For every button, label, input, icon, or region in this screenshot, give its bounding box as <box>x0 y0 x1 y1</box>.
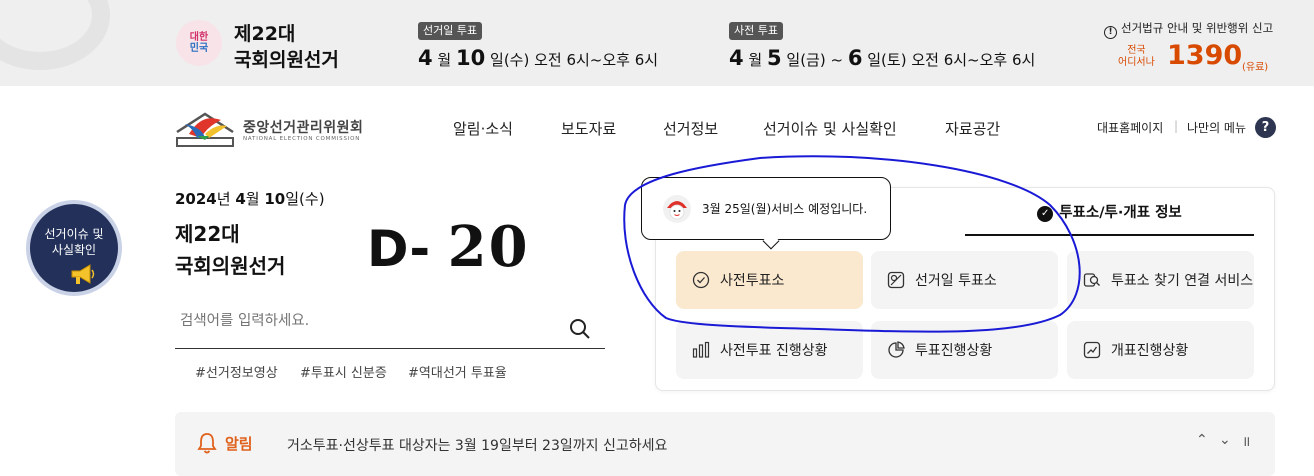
tile-count-progress[interactable]: 개표진행상황 <box>1067 321 1254 379</box>
bell-icon <box>197 433 217 454</box>
hero-day: 10 <box>264 190 286 208</box>
hero-day-unit: 일(수) <box>285 190 325 208</box>
violation-report-link[interactable]: ! 선거법규 안내 및 위반행위 신고 <box>1104 20 1273 39</box>
float-line2: 사실확인 <box>51 243 97 257</box>
banner-title: 제22대 국회의원선거 <box>234 21 339 73</box>
election-date: 2024년 4월 10일(수) <box>175 188 325 209</box>
early-month-unit: 월 <box>748 51 763 69</box>
nav-news[interactable]: 알림·소식 <box>453 118 513 139</box>
early-day2: 6 <box>847 46 863 70</box>
hero-title-line2: 국회의원선거 <box>175 254 286 278</box>
early-vote-tag: 사전 투표 <box>729 22 783 40</box>
check-circle-icon <box>692 271 710 289</box>
tile-election-day-polling-place[interactable]: 선거일 투표소 <box>871 251 1058 309</box>
hashtag-id[interactable]: #투표시 신분증 <box>300 362 387 381</box>
tile-label: 선거일 투표소 <box>915 273 997 289</box>
early-vote-date: 4 월 5 일(금) ~ 6 일(토) 오전 6시~오후 6시 <box>729 46 1035 70</box>
hero-year-unit: 년 <box>216 190 231 208</box>
notice-message[interactable]: 거소투표·선상투표 대상자는 3월 19일부터 23일까지 신고하세요 <box>287 435 667 455</box>
dday-value: 20 <box>447 214 530 280</box>
decorative-ring <box>0 0 110 70</box>
tab-label: 투표소/투·개표 정보 <box>1059 205 1182 221</box>
pause-icon[interactable]: ॥ <box>1242 432 1250 451</box>
election-banner: 대한 민국 제22대 국회의원선거 선거일 투표 4 월 10 일(수) 오전 … <box>0 0 1314 86</box>
hotline-label-2: 어디서나 <box>1118 57 1155 68</box>
bar-chart-icon <box>692 341 710 358</box>
election-month-unit: 월 <box>437 51 452 69</box>
util-divider: | <box>1174 119 1179 133</box>
search-box <box>175 306 605 349</box>
notice-bar: 알림 거소투표·선상투표 대상자는 3월 19일부터 23일까지 신고하세요 ⌃… <box>175 412 1275 476</box>
hero-year: 2024 <box>175 190 217 208</box>
tile-find-polling-place[interactable]: 투표소 찾기 연결 서비스 <box>1067 251 1254 309</box>
early-mid: 일(금) ~ <box>786 51 844 69</box>
election-day-time: 일(수) 오전 6시~오후 6시 <box>490 51 659 69</box>
d-day-counter: D- 20 <box>367 214 530 280</box>
nav-archive[interactable]: 자료공간 <box>945 118 1000 139</box>
pie-chart-icon <box>888 341 905 358</box>
notice-label: 알림 <box>225 435 253 453</box>
link-search-icon <box>1083 273 1100 287</box>
mascot-text-1: 대한 <box>189 32 209 43</box>
help-button[interactable]: ? <box>1255 117 1276 138</box>
tile-vote-progress[interactable]: 투표진행상황 <box>871 321 1058 379</box>
election-day-date: 4 월 10 일(수) 오전 6시~오후 6시 <box>418 46 658 70</box>
line-chart-icon <box>1083 341 1101 359</box>
my-menu-link[interactable]: 나만의 메뉴 <box>1187 119 1246 136</box>
tile-early-polling-place[interactable]: 사전투표소 <box>676 251 863 309</box>
hashtag-video[interactable]: #선거정보영상 <box>195 362 278 381</box>
hero-month: 4 <box>235 190 246 208</box>
megaphone-icon <box>71 264 95 284</box>
main-site-link[interactable]: 대표홈페이지 <box>1097 119 1163 136</box>
hotline-number[interactable]: 1390 <box>1167 40 1242 71</box>
tooltip-text: 3월 25일(월)서비스 예정입니다. <box>702 202 868 216</box>
banner-title-line2: 국회의원선거 <box>234 49 339 71</box>
search-icon[interactable] <box>569 318 591 340</box>
info-circle-icon: ! <box>1104 26 1117 39</box>
fact-check-floating-button[interactable]: 선거이슈 및 사실확인 <box>26 200 122 296</box>
hero-month-unit: 월 <box>245 190 260 208</box>
mascot-emblem: 대한 민국 <box>176 20 222 66</box>
float-line1: 선거이슈 및 <box>44 227 104 241</box>
nec-logo[interactable] <box>175 104 235 148</box>
tile-label: 투표진행상황 <box>915 343 993 359</box>
hotline-fee: (유료) <box>1242 62 1269 73</box>
early-day1: 5 <box>767 46 782 70</box>
election-month: 4 <box>418 46 433 70</box>
chevron-down-icon[interactable]: ⌄ <box>1219 432 1231 448</box>
nav-press[interactable]: 보도자료 <box>561 118 616 139</box>
logo-subtitle: NATIONAL ELECTION COMMISSION <box>243 136 361 142</box>
mascot-face-icon <box>663 194 691 223</box>
election-day-tag: 선거일 투표 <box>418 22 483 40</box>
check-circle-icon: ✓ <box>1037 206 1054 222</box>
hashtag-turnout[interactable]: #역대선거 투표율 <box>408 362 507 381</box>
tile-early-vote-progress[interactable]: 사전투표 진행상황 <box>676 321 863 379</box>
search-input[interactable] <box>180 313 550 329</box>
logo-title: 중앙선거관리위원회 <box>243 120 364 136</box>
hotline-label-1: 전국 <box>1127 45 1146 56</box>
tab-polling-info[interactable]: ✓ 투표소/투·개표 정보 <box>965 196 1254 236</box>
chevron-up-icon[interactable]: ⌃ <box>1196 432 1208 448</box>
nav-fact-check[interactable]: 선거이슈 및 사실확인 <box>763 118 897 139</box>
mascot-text-2: 민국 <box>189 43 209 54</box>
tile-label: 사전투표 진행상황 <box>720 343 828 359</box>
election-day: 10 <box>456 46 486 70</box>
report-label: 선거법규 안내 및 위반행위 신고 <box>1121 21 1274 35</box>
early-time: 일(토) 오전 6시~오후 6시 <box>867 51 1036 69</box>
early-month: 4 <box>729 46 744 70</box>
tile-label: 사전투표소 <box>720 273 785 289</box>
tile-label: 투표소 찾기 연결 서비스 <box>1111 273 1254 289</box>
banner-title-line1: 제22대 <box>234 23 296 45</box>
nav-election-info[interactable]: 선거정보 <box>663 118 718 139</box>
ballot-icon <box>887 271 905 289</box>
tile-label: 개표진행상황 <box>1111 343 1189 359</box>
hotline-label: 전국 어디서나 <box>1118 45 1155 69</box>
service-notice-tooltip: 3월 25일(월)서비스 예정입니다. <box>641 177 891 250</box>
dday-prefix: D- <box>367 220 431 278</box>
hero-title-line1: 제22대 <box>175 222 240 246</box>
hero-title: 제22대 국회의원선거 <box>175 218 285 282</box>
